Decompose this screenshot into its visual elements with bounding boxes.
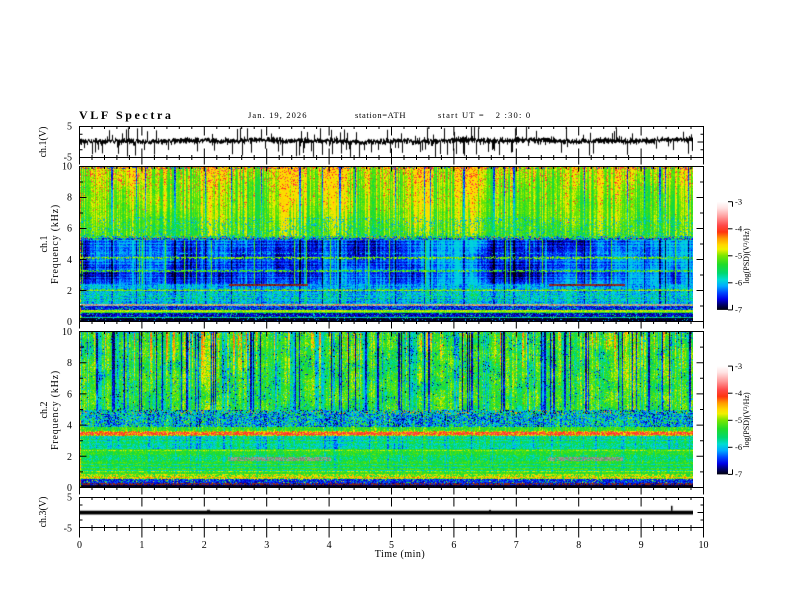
svg-text:-4: -4: [735, 224, 743, 234]
svg-text:4: 4: [67, 255, 72, 266]
svg-text:-3: -3: [735, 361, 742, 371]
svg-text:8: 8: [67, 193, 72, 204]
svg-text:0: 0: [77, 540, 82, 551]
svg-text:3: 3: [264, 540, 269, 551]
svg-text:ch.3(V): ch.3(V): [38, 497, 49, 528]
svg-text:7: 7: [514, 540, 519, 551]
svg-text:9: 9: [639, 540, 644, 551]
svg-text:-5: -5: [64, 524, 72, 535]
svg-text:-6: -6: [735, 442, 742, 452]
svg-text:-5: -5: [735, 415, 742, 425]
svg-text:10: 10: [62, 162, 72, 173]
svg-text:Jan. 19, 2026: Jan. 19, 2026: [248, 110, 308, 120]
svg-text:6: 6: [67, 390, 72, 401]
svg-text:-3: -3: [735, 197, 742, 207]
svg-text:-4: -4: [735, 388, 743, 398]
svg-text:-7: -7: [735, 469, 742, 479]
svg-text:start UT = 2 :30: 0: start UT = 2 :30: 0: [438, 110, 531, 120]
svg-text:6: 6: [451, 540, 456, 551]
svg-text:1: 1: [139, 540, 144, 551]
svg-text:ch.1: ch.1: [39, 236, 50, 253]
svg-text:ch.1(V): ch.1(V): [38, 127, 49, 158]
svg-text:-7: -7: [735, 305, 742, 315]
svg-text:Time (min): Time (min): [375, 549, 425, 560]
svg-text:2: 2: [202, 540, 207, 551]
svg-text:10: 10: [699, 540, 709, 551]
svg-text:5: 5: [67, 493, 72, 504]
svg-text:log(PSD)(V²/Hz): log(PSD)(V²/Hz): [742, 392, 751, 448]
svg-text:8: 8: [576, 540, 581, 551]
svg-text:2: 2: [67, 452, 72, 463]
svg-text:log(PSD)(V²/Hz): log(PSD)(V²/Hz): [742, 228, 751, 284]
svg-text:10: 10: [62, 327, 72, 338]
svg-text:-5: -5: [735, 251, 742, 261]
svg-text:4: 4: [327, 540, 332, 551]
svg-text:5: 5: [67, 122, 72, 133]
svg-text:2: 2: [67, 286, 72, 297]
svg-text:Frequency (kHz): Frequency (kHz): [50, 204, 61, 284]
svg-text:6: 6: [67, 224, 72, 235]
svg-text:ch.2: ch.2: [39, 402, 50, 419]
svg-text:4: 4: [67, 421, 72, 432]
svg-text:VLF Spectra: VLF Spectra: [79, 108, 173, 122]
svg-text:-6: -6: [735, 278, 742, 288]
svg-text:8: 8: [67, 358, 72, 369]
svg-text:station=ATH: station=ATH: [355, 110, 406, 120]
svg-text:Frequency (kHz): Frequency (kHz): [50, 370, 61, 450]
